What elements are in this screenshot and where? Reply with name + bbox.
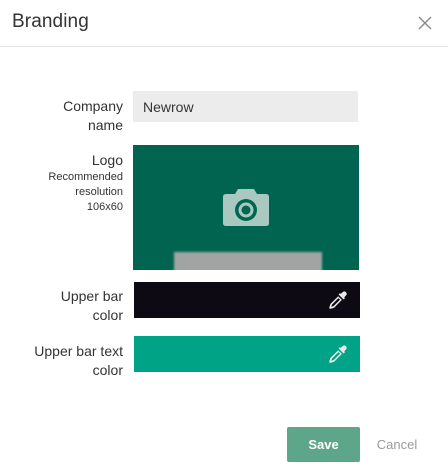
upper-bar-color-label-line2: color [92, 307, 123, 323]
upper-bar-text-color-label: Upper bar text color [20, 342, 123, 380]
upper-bar-text-color-label-line1: Upper bar text [34, 343, 123, 359]
logo-upload-area[interactable] [133, 145, 359, 270]
dialog-title: Branding [12, 11, 89, 32]
eyedropper-icon[interactable] [328, 344, 348, 364]
camera-icon [222, 185, 270, 227]
dialog-header: Branding [0, 0, 448, 47]
branding-dialog: Branding Company name Logo Recommended r… [0, 0, 448, 474]
upper-bar-text-color-label-line2: color [92, 362, 123, 378]
close-icon[interactable] [415, 13, 435, 33]
logo-hint-line1: Recommended [48, 171, 123, 183]
logo-placeholder-bar [174, 252, 322, 270]
logo-label: Logo [91, 152, 123, 168]
cancel-button[interactable]: Cancel [369, 427, 425, 462]
logo-label-group: Logo Recommended resolution 106x60 [30, 151, 123, 215]
upper-bar-color-label: Upper bar color [40, 287, 123, 325]
company-name-label: Company name [40, 97, 123, 135]
upper-bar-color-swatch[interactable] [134, 282, 360, 318]
logo-hint-line3: 106x60 [86, 201, 123, 213]
upper-bar-color-label-line1: Upper bar [60, 288, 123, 304]
company-name-label-line1: Company [63, 98, 123, 114]
logo-hint-line2: resolution [75, 186, 123, 198]
company-name-label-line2: name [87, 117, 123, 133]
eyedropper-icon[interactable] [328, 290, 348, 310]
upper-bar-text-color-swatch[interactable] [134, 336, 360, 372]
save-button[interactable]: Save [287, 427, 360, 462]
company-name-input[interactable] [133, 91, 358, 122]
